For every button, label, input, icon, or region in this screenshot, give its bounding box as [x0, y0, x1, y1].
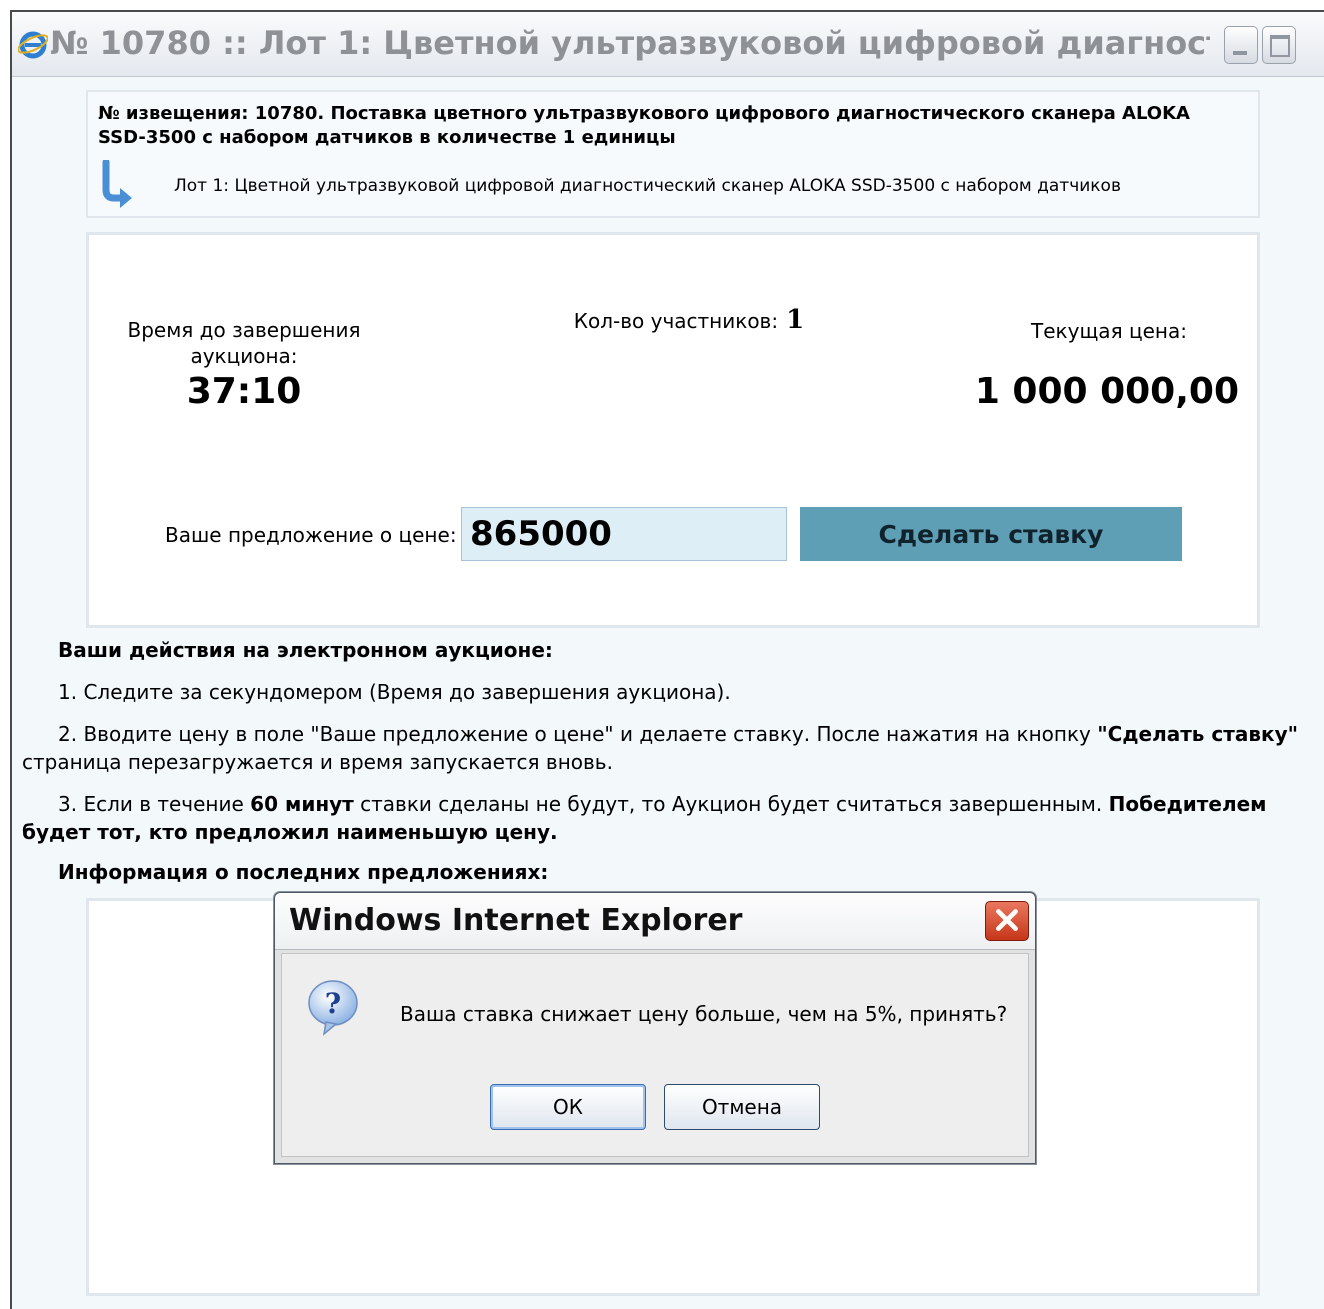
step-2-button-ref: "Сделать ставку"	[1097, 722, 1299, 746]
notice-title: № извещения: 10780. Поставка цветного ул…	[98, 103, 1190, 148]
svg-text:?: ?	[325, 987, 341, 1020]
time-left-value: 37:10	[186, 371, 302, 412]
step-3-text-mid: ставки сделаны не будут, то Аукцион буде…	[353, 792, 1109, 816]
time-left-label: Время до завершения аукциона:	[127, 318, 361, 368]
place-bid-button[interactable]: Сделать ставку	[800, 507, 1182, 561]
step-2-text: 2. Вводите цену в поле "Ваше предложение…	[58, 722, 1098, 746]
current-price-value: 1 000 000,00	[974, 371, 1239, 412]
dialog-close-button[interactable]	[985, 901, 1029, 941]
maximize-icon	[1270, 35, 1290, 57]
cancel-button[interactable]: Отмена	[664, 1084, 820, 1130]
dialog-title: Windows Internet Explorer	[289, 903, 743, 938]
window-title: № 10780 :: Лот 1: Цветной ультразвуковой…	[50, 24, 1210, 62]
bid-label: Ваше предложение о цене:	[165, 523, 457, 547]
confirm-dialog: Windows Internet Explorer ? Ваша ставка …	[274, 892, 1036, 1164]
step-3-duration: 60 минут	[250, 792, 354, 816]
close-icon	[996, 909, 1018, 931]
current-price-label: Текущая цена:	[1031, 319, 1187, 343]
browser-window: № 10780 :: Лот 1: Цветной ультразвуковой…	[10, 10, 1324, 1309]
instruction-step-2: 2. Вводите цену в поле "Ваше предложение…	[22, 720, 1322, 776]
dialog-message: Ваша ставка снижает цену больше, чем на …	[400, 1002, 1008, 1026]
title-bar: № 10780 :: Лот 1: Цветной ультразвуковой…	[12, 12, 1324, 77]
last-offers-heading: Информация о последних предложениях:	[58, 860, 549, 884]
dialog-body: ? Ваша ставка снижает цену больше, чем н…	[281, 953, 1029, 1157]
step-3-text: 3. Если в течение	[58, 792, 251, 816]
auction-panel: Время до завершения аукциона: 37:10 Кол-…	[86, 232, 1260, 628]
dialog-title-bar: Windows Internet Explorer	[275, 893, 1035, 950]
question-icon: ?	[308, 980, 358, 1036]
bid-input[interactable]	[461, 507, 787, 561]
participants-count: 1	[786, 305, 805, 335]
step-1-text: 1. Следите за секундомером (Время до зав…	[58, 680, 731, 704]
instruction-step-3: 3. Если в течение 60 минут ставки сделан…	[22, 790, 1322, 846]
ie-icon	[18, 31, 48, 59]
step-2-text-end: страница перезагружается и время запуска…	[22, 750, 613, 774]
arrow-down-right-icon	[102, 160, 132, 208]
participants-label: Кол-во участников:	[573, 309, 779, 333]
participants-info: Кол-во участников: 1	[489, 305, 889, 335]
maximize-button[interactable]	[1262, 26, 1296, 64]
instruction-step-1: 1. Следите за секундомером (Время до зав…	[22, 678, 1322, 706]
minimize-button[interactable]	[1224, 26, 1258, 64]
instructions-heading: Ваши действия на электронном аукционе:	[58, 638, 553, 662]
lot-title: Лот 1: Цветной ультразвуковой цифровой д…	[174, 176, 1121, 196]
ok-button[interactable]: ОК	[490, 1084, 646, 1130]
notice-box: № извещения: 10780. Поставка цветного ул…	[86, 90, 1260, 218]
minimize-icon	[1233, 51, 1247, 55]
